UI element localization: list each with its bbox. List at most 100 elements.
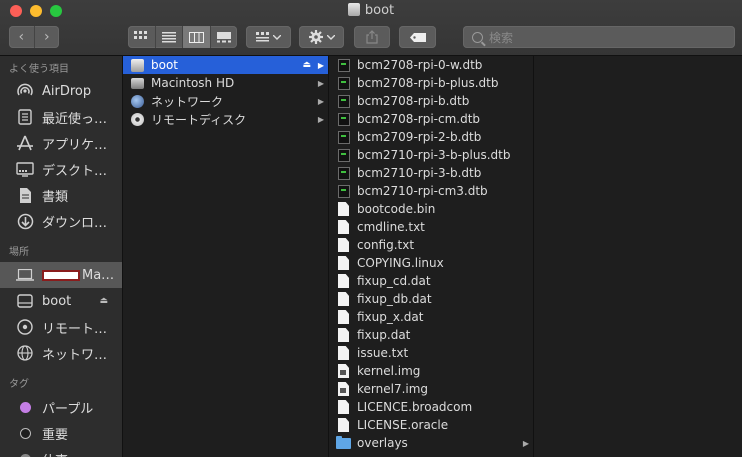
file-item[interactable]: fixup_cd.dat [329,272,533,290]
file-item[interactable]: bootcode.bin [329,200,533,218]
eject-icon[interactable]: ⏏ [99,296,108,306]
applications-icon [15,133,35,153]
executable-icon [336,364,351,379]
recents-icon [15,107,35,127]
disclosure-arrow-icon: ▶ [317,96,324,106]
document-icon [336,418,351,433]
disk-icon [15,291,35,311]
column-item-label: boot [151,58,179,72]
file-name: bcm2708-rpi-b.dtb [357,94,470,108]
file-item[interactable]: LICENSE.oracle [329,416,533,434]
file-item[interactable]: fixup.dat [329,326,533,344]
file-name: bcm2709-rpi-2-b.dtb [357,130,482,144]
file-item[interactable]: bcm2708-rpi-b.dtb [329,92,533,110]
file-item[interactable]: bcm2710-rpi-3-b.dtb [329,164,533,182]
tags-button[interactable] [399,26,436,48]
file-item[interactable]: fixup_db.dat [329,290,533,308]
file-name: overlays [357,436,408,450]
sidebar-item-downloads[interactable]: ダウンロ… [0,208,122,234]
column-item-remote-disc[interactable]: リモートディスク ▶ [123,110,328,128]
window-title-text: boot [364,3,395,18]
search-icon [472,31,483,43]
document-icon [336,310,351,325]
back-button[interactable]: ‹ [9,26,34,48]
sidebar-item-label: ダウンロ… [42,215,108,231]
icon-view-button[interactable] [128,26,155,48]
share-button[interactable] [354,26,390,48]
column-item-network[interactable]: ネットワーク ▶ [123,92,328,110]
document-icon [336,202,351,217]
executable-icon [336,382,351,397]
file-name: fixup.dat [357,328,411,342]
file-item[interactable]: fixup_x.dat [329,308,533,326]
sidebar-item-documents[interactable]: 書類 [0,182,122,208]
file-item[interactable]: bcm2709-rpi-2-b.dtb [329,128,533,146]
sidebar-item-label: 最近使っ… [42,111,108,127]
sidebar-item-airdrop[interactable]: AirDrop [0,78,122,104]
file-item[interactable]: bcm2710-rpi-3-b-plus.dtb [329,146,533,164]
arrange-icon [256,32,269,42]
sidebar-item-label: 仕事 [42,450,68,457]
file-name: bcm2708-rpi-0-w.dtb [357,58,483,72]
sidebar-item-desktop[interactable]: デスクト… [0,156,122,182]
forward-button[interactable]: › [33,26,60,48]
sidebar-item-tag-purple[interactable]: パープル [0,394,122,420]
title-bar: boot ‹ › 検索 [0,0,742,56]
gallery-view-icon [216,31,231,42]
file-item[interactable]: COPYING.linux [329,254,533,272]
sidebar-item-recents[interactable]: 最近使っ… [0,104,122,130]
file-name: fixup_x.dat [357,310,424,324]
dtb-file-icon [336,94,351,109]
file-name: issue.txt [357,346,409,360]
dtb-file-icon [336,58,351,73]
remote-disc-icon [130,112,145,127]
file-item[interactable]: bcm2710-rpi-cm3.dtb [329,182,533,200]
eject-icon[interactable]: ⏏ [302,60,311,70]
file-item[interactable]: kernel7.img [329,380,533,398]
column-item-label: ネットワーク [151,94,224,109]
column-item-boot[interactable]: boot ⏏ ▶ [123,56,328,74]
hard-drive-icon [130,76,145,91]
desktop-icon [15,159,35,179]
list-view-button[interactable] [154,26,183,48]
sidebar-item-label: 書類 [42,189,69,205]
file-item[interactable]: LICENCE.broadcom [329,398,533,416]
disclosure-arrow-icon: ▶ [317,78,324,88]
dtb-file-icon [336,148,351,163]
document-icon [336,292,351,307]
file-name: cmdline.txt [357,220,425,234]
disclosure-arrow-icon: ▶ [317,114,324,124]
sidebar-item-tag-work[interactable]: 仕事 [0,446,122,457]
disclosure-arrow-icon: ▶ [522,438,529,448]
sidebar-item-label: デスクト… [42,163,108,179]
file-item[interactable]: bcm2708-rpi-cm.dtb [329,110,533,128]
sidebar-item-applications[interactable]: アプリケ… [0,130,122,156]
folder-item[interactable]: overlays ▶ [329,434,533,452]
file-name: fixup_cd.dat [357,274,431,288]
file-name: kernel7.img [357,382,429,396]
gallery-view-button[interactable] [209,26,238,48]
sidebar-item-boot[interactable]: boot ⏏ [0,288,122,314]
disk-icon [130,58,145,73]
column-item-macintosh-hd[interactable]: Macintosh HD ▶ [123,74,328,92]
search-field[interactable]: 検索 [463,26,735,48]
file-item[interactable]: config.txt [329,236,533,254]
action-button[interactable] [299,26,344,48]
sidebar-item-remote-disc[interactable]: リモート… [0,314,122,340]
file-name: fixup_db.dat [357,292,432,306]
sidebar-item-label: boot [42,293,72,309]
sidebar-item-network[interactable]: ネットワ… [0,340,122,366]
file-item[interactable]: bcm2708-rpi-b-plus.dtb [329,74,533,92]
file-name: bcm2708-rpi-b-plus.dtb [357,76,499,90]
file-item[interactable]: cmdline.txt [329,218,533,236]
file-item[interactable]: bcm2708-rpi-0-w.dtb [329,56,533,74]
sidebar-item-label: 重要 [42,427,69,443]
file-item[interactable]: kernel.img [329,362,533,380]
file-item[interactable]: issue.txt [329,344,533,362]
sidebar-item-tag-important[interactable]: 重要 [0,420,122,446]
document-icon [336,220,351,235]
group-by-button[interactable] [246,26,291,48]
sidebar-item-computer[interactable]: Ma… [0,262,122,288]
file-name: bcm2710-rpi-cm3.dtb [357,184,488,198]
column-view-button[interactable] [182,26,210,48]
